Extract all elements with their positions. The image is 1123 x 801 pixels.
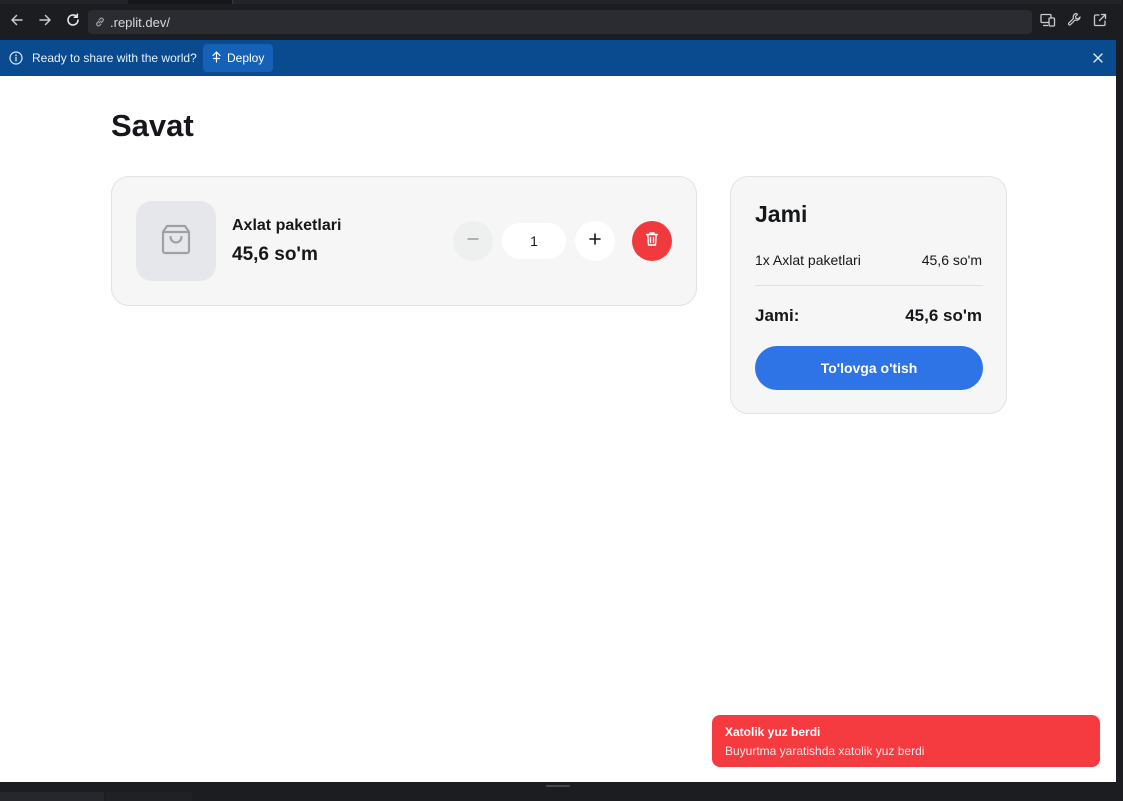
summary-line-price: 45,6 so'm <box>921 252 982 268</box>
url-text: .replit.dev/ <box>110 14 170 30</box>
bottom-panel-strip <box>0 782 1123 801</box>
page-scrollbar[interactable] <box>1116 76 1123 782</box>
toast-description: Buyurtma yaratishda xatolik yuz berdi <box>725 744 925 758</box>
devices-button[interactable] <box>1038 12 1058 32</box>
wrench-icon <box>1067 12 1082 32</box>
page-content: Savat Axlat paketlari 45,6 so'm 1 Jami 1… <box>0 76 1116 782</box>
trash-icon <box>645 231 659 252</box>
open-new-tab-button[interactable] <box>1090 12 1110 32</box>
deploy-banner: Ready to share with the world? Deploy <box>0 40 1116 76</box>
banner-message: Ready to share with the world? <box>32 51 197 65</box>
minus-icon <box>466 232 480 251</box>
decrease-quantity-button[interactable] <box>453 221 493 261</box>
plus-icon <box>588 232 602 251</box>
devices-icon <box>1040 13 1056 32</box>
remove-item-button[interactable] <box>632 221 672 261</box>
bottom-tab-1[interactable] <box>0 792 104 801</box>
info-icon <box>8 50 24 66</box>
order-summary: Jami 1x Axlat paketlari 45,6 so'm Jami: … <box>730 176 1007 414</box>
page-title: Savat <box>111 108 194 143</box>
quantity-input[interactable] <box>502 223 566 259</box>
cart-item-card: Axlat paketlari 45,6 so'm <box>111 176 697 306</box>
summary-line-name: 1x Axlat paketlari <box>755 252 861 268</box>
reload-icon <box>65 12 81 33</box>
forward-button[interactable] <box>33 10 57 34</box>
external-link-icon <box>1093 13 1107 32</box>
close-icon[interactable] <box>1090 50 1106 66</box>
shopping-bag-icon <box>161 223 191 260</box>
error-toast[interactable]: Xatolik yuz berdi Buyurtma yaratishda xa… <box>712 715 1100 767</box>
arrow-right-icon <box>38 13 52 32</box>
checkout-button[interactable]: To'lovga o'tish <box>755 346 983 390</box>
summary-title: Jami <box>755 201 808 227</box>
deploy-button[interactable]: Deploy <box>203 44 274 72</box>
product-thumbnail <box>136 201 216 281</box>
back-button[interactable] <box>5 10 29 34</box>
browser-toolbar: .replit.dev/ <box>0 4 1116 40</box>
link-icon <box>94 15 108 29</box>
total-label: Jami: <box>755 306 800 325</box>
increase-quantity-button[interactable] <box>575 221 615 261</box>
deploy-icon <box>211 50 222 66</box>
summary-divider <box>755 285 983 286</box>
product-name: Axlat paketlari <box>232 217 342 234</box>
deploy-label: Deploy <box>227 51 265 65</box>
devtools-button[interactable] <box>1064 12 1084 32</box>
reload-button[interactable] <box>61 10 85 34</box>
resize-handle[interactable] <box>546 785 570 787</box>
arrow-left-icon <box>10 13 24 32</box>
product-price: 45,6 so'm <box>232 244 318 265</box>
toast-title: Xatolik yuz berdi <box>725 725 821 739</box>
browser-window: .replit.dev/ Ready to share with the wor… <box>0 0 1123 801</box>
bottom-tab-2[interactable] <box>106 792 192 801</box>
total-value: 45,6 so'm <box>905 306 982 325</box>
url-bar[interactable]: .replit.dev/ <box>88 10 1032 34</box>
